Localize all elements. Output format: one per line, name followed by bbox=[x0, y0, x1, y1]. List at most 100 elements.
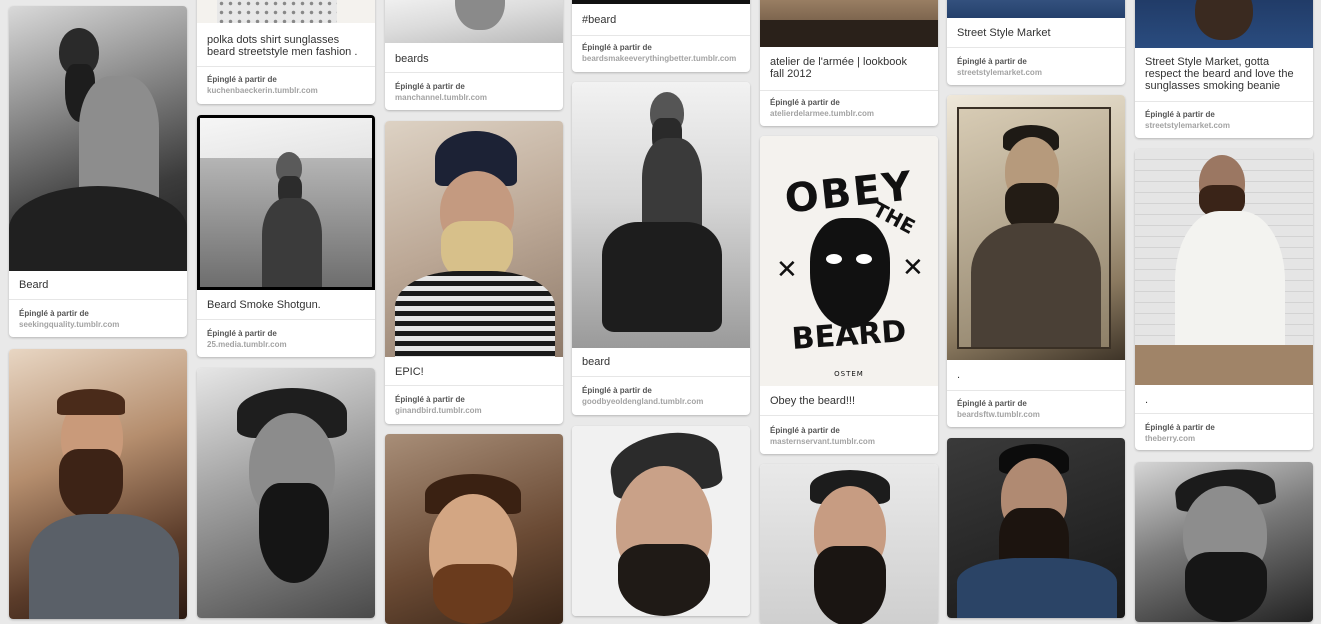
photo-figure bbox=[602, 222, 722, 332]
pin-image[interactable] bbox=[947, 0, 1125, 18]
photo-figure bbox=[262, 198, 322, 287]
photo-figure bbox=[59, 449, 123, 519]
obey-artwork-eye bbox=[826, 254, 842, 264]
pin-divider bbox=[385, 72, 563, 73]
pin-card[interactable]: OBEY THE ✕ ✕ BEARD OSTEM Obey the beard!… bbox=[760, 136, 938, 454]
pin-card[interactable] bbox=[1135, 462, 1313, 622]
pin-source-link[interactable]: masternservant.tumblr.com bbox=[770, 437, 875, 446]
pin-description: Street Style Market bbox=[957, 27, 1051, 39]
pin-source-label: Épinglé à partir de bbox=[957, 57, 1027, 66]
photo-figure bbox=[1195, 0, 1253, 40]
photo-figure bbox=[760, 20, 938, 47]
pin-divider bbox=[9, 299, 187, 300]
pin-image[interactable] bbox=[760, 0, 938, 47]
pin-source-link[interactable]: ginandbird.tumblr.com bbox=[395, 406, 482, 415]
pin-source-label: Épinglé à partir de bbox=[207, 75, 277, 84]
pin-source-link[interactable]: beardsmakeeverythingbetter.tumblr.com bbox=[582, 54, 736, 63]
pin-card[interactable] bbox=[197, 368, 375, 618]
pin-image[interactable] bbox=[1135, 149, 1313, 385]
pin-source-label: Épinglé à partir de bbox=[957, 399, 1027, 408]
pin-source-label: Épinglé à partir de bbox=[395, 82, 465, 91]
pin-image[interactable] bbox=[385, 0, 563, 43]
pin-source-label: Épinglé à partir de bbox=[1145, 423, 1215, 432]
photo-figure bbox=[29, 514, 179, 619]
pin-description: Beard bbox=[19, 279, 49, 291]
pin-source-link[interactable]: seekingquality.tumblr.com bbox=[19, 320, 119, 329]
pin-divider bbox=[197, 319, 375, 320]
pin-image[interactable] bbox=[947, 95, 1125, 360]
obey-artwork-cross: ✕ bbox=[776, 254, 798, 284]
pin-divider bbox=[760, 90, 938, 91]
pin-image[interactable] bbox=[9, 6, 187, 271]
pin-card[interactable]: polka dots shirt sunglasses beard street… bbox=[197, 0, 375, 104]
pin-card[interactable] bbox=[385, 434, 563, 624]
pin-description: EPIC! bbox=[395, 366, 424, 378]
pin-card[interactable]: atelier de l'armée | lookbook fall 2012 … bbox=[760, 0, 938, 126]
pin-card[interactable]: EPIC! Épinglé à partir de ginandbird.tum… bbox=[385, 121, 563, 424]
pin-divider bbox=[947, 47, 1125, 48]
pin-source-link[interactable]: atelierdelarmee.tumblr.com bbox=[770, 109, 874, 118]
pin-description: polka dots shirt sunglasses beard street… bbox=[207, 34, 358, 58]
pin-description: Beard Smoke Shotgun. bbox=[207, 299, 321, 311]
photo-figure bbox=[957, 558, 1117, 618]
pin-image[interactable]: OBEY THE ✕ ✕ BEARD OSTEM bbox=[760, 136, 938, 386]
pin-image[interactable] bbox=[9, 349, 187, 619]
pin-card[interactable]: Street Style Market, gotta respect the b… bbox=[1135, 0, 1313, 138]
pin-image[interactable] bbox=[572, 82, 750, 348]
pin-source-link[interactable]: beardsftw.tumblr.com bbox=[957, 410, 1040, 419]
photo-figure bbox=[455, 0, 505, 30]
pin-image[interactable] bbox=[572, 426, 750, 616]
pin-divider bbox=[197, 66, 375, 67]
pin-card[interactable] bbox=[947, 438, 1125, 618]
pin-card[interactable]: . Épinglé à partir de beardsftw.tumblr.c… bbox=[947, 95, 1125, 427]
pin-card[interactable]: Street Style Market Épinglé à partir de … bbox=[947, 0, 1125, 85]
pin-source-link[interactable]: kuchenbaeckerin.tumblr.com bbox=[207, 86, 318, 95]
pin-image[interactable] bbox=[197, 0, 375, 23]
pin-source-label: Épinglé à partir de bbox=[582, 43, 652, 52]
pin-card[interactable]: beard Épinglé à partir de goodbyeoldengl… bbox=[572, 82, 750, 415]
pin-source-link[interactable]: 25.media.tumblr.com bbox=[207, 340, 287, 349]
pin-source-link[interactable]: theberry.com bbox=[1145, 434, 1195, 443]
pin-image[interactable] bbox=[760, 464, 938, 624]
pin-description: Obey the beard!!! bbox=[770, 395, 855, 407]
pin-image[interactable] bbox=[572, 0, 750, 4]
pin-image[interactable] bbox=[1135, 0, 1313, 48]
photo-figure bbox=[9, 186, 187, 271]
pin-description: . bbox=[1145, 394, 1149, 406]
pin-image[interactable] bbox=[197, 368, 375, 618]
pin-card[interactable] bbox=[9, 349, 187, 619]
pin-source-label: Épinglé à partir de bbox=[395, 395, 465, 404]
obey-artwork-beard: BEARD bbox=[790, 314, 908, 357]
photo-figure bbox=[1185, 552, 1267, 622]
photo-figure bbox=[971, 223, 1101, 347]
pin-source-link[interactable]: manchannel.tumblr.com bbox=[395, 93, 487, 102]
pin-description: atelier de l'armée | lookbook fall 2012 bbox=[770, 56, 908, 80]
pin-card[interactable] bbox=[760, 464, 938, 624]
pin-image[interactable] bbox=[385, 434, 563, 624]
pin-source-label: Épinglé à partir de bbox=[770, 98, 840, 107]
pin-source-link[interactable]: streetstylemarket.com bbox=[1145, 121, 1230, 130]
pin-card[interactable]: #beard Épinglé à partir de beardsmakeeve… bbox=[572, 0, 750, 72]
photo-figure bbox=[618, 544, 710, 616]
pin-source-label: Épinglé à partir de bbox=[1145, 110, 1215, 119]
pin-description: #beard bbox=[582, 14, 617, 26]
photo-figure bbox=[814, 546, 886, 624]
pin-card[interactable]: Beard Smoke Shotgun. Épinglé à partir de… bbox=[197, 115, 375, 357]
pin-source-label: Épinglé à partir de bbox=[19, 309, 89, 318]
pin-card[interactable]: beards Épinglé à partir de manchannel.tu… bbox=[385, 0, 563, 110]
pin-divider bbox=[572, 35, 750, 36]
pin-source-link[interactable]: streetstylemarket.com bbox=[957, 68, 1042, 77]
pin-card[interactable]: Beard Épinglé à partir de seekingquality… bbox=[9, 6, 187, 337]
pin-image[interactable] bbox=[197, 115, 375, 290]
photo-figure bbox=[433, 564, 513, 624]
pin-description: beard bbox=[582, 356, 611, 368]
pin-divider bbox=[572, 376, 750, 377]
pin-card[interactable]: . Épinglé à partir de theberry.com bbox=[1135, 149, 1313, 450]
obey-artwork-cross: ✕ bbox=[902, 252, 924, 282]
pin-image[interactable] bbox=[385, 121, 563, 357]
pin-image[interactable] bbox=[947, 438, 1125, 618]
pin-source-link[interactable]: goodbyeoldengland.tumblr.com bbox=[582, 397, 703, 406]
pin-divider bbox=[947, 390, 1125, 391]
pin-card[interactable] bbox=[572, 426, 750, 616]
pin-image[interactable] bbox=[1135, 462, 1313, 622]
